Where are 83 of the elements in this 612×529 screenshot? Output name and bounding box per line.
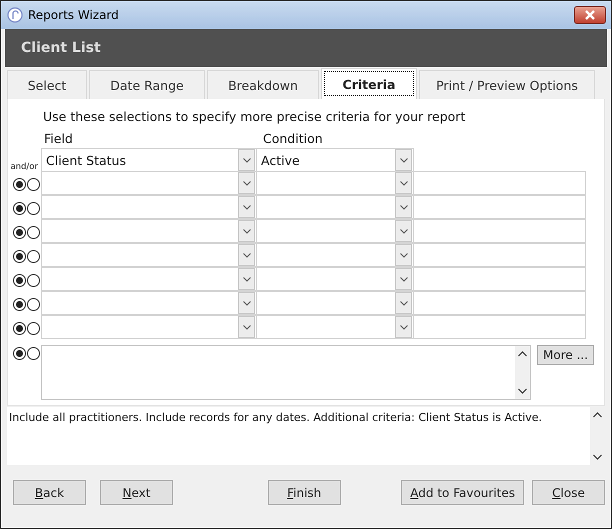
radio-button[interactable]	[27, 250, 40, 262]
chevron-down-icon	[400, 276, 408, 282]
value-field[interactable]	[413, 267, 586, 291]
chevron-down-icon	[242, 276, 250, 282]
chevron-up-icon	[518, 351, 527, 357]
dropdown-field[interactable]	[41, 243, 257, 267]
footer-button[interactable]: Close	[532, 480, 606, 505]
chevron-down-icon	[242, 204, 250, 210]
more-button[interactable]: More ...	[537, 345, 594, 365]
radio-button[interactable]	[13, 322, 26, 334]
radio-button[interactable]	[27, 178, 40, 190]
chevron-down-icon	[400, 300, 408, 306]
footer-button[interactable]: Back	[13, 480, 86, 505]
instructions-text: Use these selections to specify more precise criteria for your report	[42, 109, 466, 124]
radio-button[interactable]	[13, 347, 26, 360]
radio-button[interactable]	[27, 226, 40, 238]
tab[interactable]: Select	[7, 70, 87, 99]
chevron-down-icon	[400, 252, 408, 258]
radio-button[interactable]	[13, 274, 26, 286]
footer-button[interactable]: Next	[100, 480, 173, 505]
dropdown-field[interactable]	[41, 267, 257, 291]
scrollbar[interactable]	[515, 346, 530, 399]
radio-button[interactable]	[27, 202, 40, 214]
chevron-down-icon	[400, 158, 408, 162]
header-title: Client List	[5, 29, 607, 67]
dropdown-field[interactable]	[256, 243, 414, 267]
dropdown-field[interactable]	[256, 315, 414, 339]
value-field[interactable]	[413, 195, 586, 219]
tab[interactable]: Date Range	[89, 70, 205, 99]
chevron-down-icon	[400, 204, 408, 210]
dropdown-field[interactable]	[41, 219, 257, 243]
radio-button[interactable]	[27, 322, 40, 334]
dropdown-field[interactable]	[256, 219, 414, 243]
value-field[interactable]	[413, 315, 586, 339]
dropdown-field[interactable]	[41, 291, 257, 315]
tab[interactable]: Breakdown	[207, 70, 319, 99]
column-header: Field	[43, 130, 74, 146]
close-icon	[584, 10, 596, 20]
tab[interactable]: Print / Preview Options	[419, 70, 595, 99]
chevron-down-icon	[242, 300, 250, 306]
radio-button[interactable]	[13, 178, 26, 190]
chevron-down-icon	[518, 388, 527, 394]
dropdown-value: Active	[260, 152, 301, 168]
dropdown-field[interactable]	[41, 195, 257, 219]
value-field[interactable]	[413, 219, 586, 243]
column-header: Condition	[262, 130, 324, 146]
window-title: Reports Wizard	[28, 8, 120, 22]
chevron-down-icon	[242, 158, 250, 162]
close-button[interactable]	[574, 6, 606, 24]
radio-button[interactable]	[27, 298, 40, 310]
value-field[interactable]	[413, 291, 586, 315]
dropdown-value: Client Status	[45, 152, 127, 168]
tab[interactable]: Criteria	[321, 68, 417, 99]
radio-button[interactable]	[13, 226, 26, 238]
dropdown-field[interactable]	[256, 291, 414, 315]
chevron-down-icon	[242, 324, 250, 330]
radio-button[interactable]	[27, 274, 40, 286]
value-field[interactable]	[413, 243, 586, 267]
app-icon	[7, 7, 23, 23]
dropdown-field[interactable]	[256, 267, 414, 291]
footer-button[interactable]: Add to Favourites	[401, 480, 524, 505]
dropdown-field[interactable]: Active	[256, 148, 414, 172]
chevron-up-icon	[593, 412, 602, 418]
dropdown-field[interactable]	[256, 195, 414, 219]
dropdown-field[interactable]	[256, 171, 414, 195]
chevron-down-icon	[593, 454, 602, 460]
chevron-down-icon	[242, 180, 250, 186]
value-field[interactable]	[413, 171, 586, 195]
chevron-down-icon	[400, 324, 408, 330]
dropdown-field[interactable]: Client Status	[41, 148, 257, 172]
radio-button[interactable]	[27, 347, 40, 360]
radio-button[interactable]	[13, 250, 26, 262]
radio-button[interactable]	[13, 202, 26, 214]
summary-text: Include all practitioners. Include records for any dates. Additional criteria: Client Status is Active.	[8, 410, 544, 426]
chevron-down-icon	[400, 228, 408, 234]
chevron-down-icon	[242, 252, 250, 258]
footer-button[interactable]: Finish	[268, 480, 341, 505]
chevron-down-icon	[400, 180, 408, 186]
dropdown-field[interactable]	[41, 171, 257, 195]
radio-button[interactable]	[13, 298, 26, 310]
and-or-label: and/or	[10, 162, 38, 172]
chevron-down-icon	[242, 228, 250, 234]
dropdown-field[interactable]	[41, 315, 257, 339]
